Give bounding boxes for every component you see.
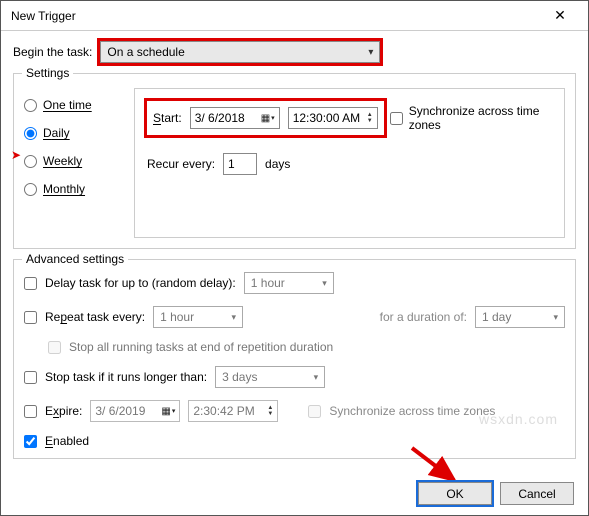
advanced-legend: Advanced settings — [22, 252, 128, 266]
enabled-checkbox[interactable] — [24, 435, 37, 448]
ok-button[interactable]: OK — [418, 482, 492, 505]
expire-date-field[interactable]: 3/ 6/2019 ▦▾ — [90, 400, 180, 422]
recur-value-field[interactable]: 1 — [223, 153, 257, 175]
radio-one-time-label: One time — [43, 98, 92, 112]
radio-weekly-label: Weekly — [43, 154, 82, 168]
repeat-value: 1 hour — [160, 310, 194, 324]
chevron-down-icon: ▾ — [314, 372, 319, 383]
cancel-button[interactable]: Cancel — [500, 482, 574, 505]
start-date-field[interactable]: 3/ 6/2018 ▦▾ — [190, 107, 280, 129]
recur-value: 1 — [228, 157, 235, 171]
begin-task-value: On a schedule — [107, 45, 184, 59]
stop-all-label: Stop all running tasks at end of repetit… — [69, 340, 333, 354]
stop-if-checkbox[interactable] — [24, 371, 37, 384]
radio-daily[interactable] — [24, 127, 37, 140]
repeat-dropdown[interactable]: 1 hour ▾ — [153, 306, 243, 328]
delay-checkbox[interactable] — [24, 277, 37, 290]
sync-timezones-checkbox[interactable] — [390, 112, 403, 125]
repeat-label: Repeat task every: — [45, 310, 145, 324]
spinner-icon[interactable]: ▲▼ — [367, 112, 373, 124]
chevron-down-icon: ▾ — [368, 47, 373, 58]
duration-dropdown[interactable]: 1 day ▾ — [475, 306, 565, 328]
close-icon[interactable]: ✕ — [540, 7, 580, 24]
radio-daily-label: Daily — [43, 126, 70, 140]
window-title: New Trigger — [11, 9, 76, 23]
cancel-label: Cancel — [518, 487, 555, 501]
stop-if-dropdown[interactable]: 3 days ▾ — [215, 366, 325, 388]
start-label: Start: — [153, 111, 182, 125]
start-date-value: 3/ 6/2018 — [195, 111, 245, 125]
expire-time-value: 2:30:42 PM — [193, 404, 254, 418]
start-group: Start: 3/ 6/2018 ▦▾ 12:30:00 AM ▲▼ — [147, 101, 384, 135]
expire-date-value: 3/ 6/2019 — [95, 404, 145, 418]
radio-monthly-label: Monthly — [43, 182, 85, 196]
sync-timezones-label: Synchronize across time zones — [409, 104, 552, 132]
spinner-icon[interactable]: ▲▼ — [267, 405, 273, 417]
expire-sync-label: Synchronize across time zones — [329, 404, 495, 418]
radio-one-time[interactable] — [24, 99, 37, 112]
chevron-down-icon: ▾ — [232, 312, 237, 323]
expire-sync-checkbox — [308, 405, 321, 418]
settings-group: Settings One time Daily Weekly Monthly — [13, 73, 576, 249]
ok-label: OK — [446, 487, 463, 501]
recur-unit: days — [265, 157, 290, 171]
stop-if-value: 3 days — [222, 370, 257, 384]
repeat-checkbox[interactable] — [24, 311, 37, 324]
duration-value: 1 day — [482, 310, 511, 324]
schedule-panel: Start: 3/ 6/2018 ▦▾ 12:30:00 AM ▲▼ Synch… — [134, 88, 565, 238]
calendar-icon[interactable]: ▦▾ — [261, 113, 275, 124]
start-time-field[interactable]: 12:30:00 AM ▲▼ — [288, 107, 378, 129]
calendar-icon[interactable]: ▦▾ — [161, 406, 175, 417]
stop-all-checkbox — [48, 341, 61, 354]
radio-weekly[interactable] — [24, 155, 37, 168]
enabled-label: Enabled — [45, 434, 89, 448]
titlebar: New Trigger ✕ — [1, 1, 588, 31]
chevron-down-icon: ▾ — [322, 278, 327, 289]
expire-time-field[interactable]: 2:30:42 PM ▲▼ — [188, 400, 278, 422]
stop-if-label: Stop task if it runs longer than: — [45, 370, 207, 384]
radio-monthly[interactable] — [24, 183, 37, 196]
recur-label: Recur every: — [147, 157, 215, 171]
expire-checkbox[interactable] — [24, 405, 37, 418]
duration-label: for a duration of: — [380, 310, 467, 324]
expire-label: Expire: — [45, 404, 82, 418]
delay-label: Delay task for up to (random delay): — [45, 276, 236, 290]
advanced-group: Advanced settings Delay task for up to (… — [13, 259, 576, 459]
chevron-down-icon: ▾ — [553, 312, 558, 323]
settings-legend: Settings — [22, 66, 73, 80]
begin-task-dropdown[interactable]: On a schedule ▾ — [100, 41, 380, 63]
begin-task-label: Begin the task: — [13, 45, 92, 59]
delay-value: 1 hour — [251, 276, 285, 290]
start-time-value: 12:30:00 AM — [293, 111, 360, 125]
delay-dropdown[interactable]: 1 hour ▾ — [244, 272, 334, 294]
